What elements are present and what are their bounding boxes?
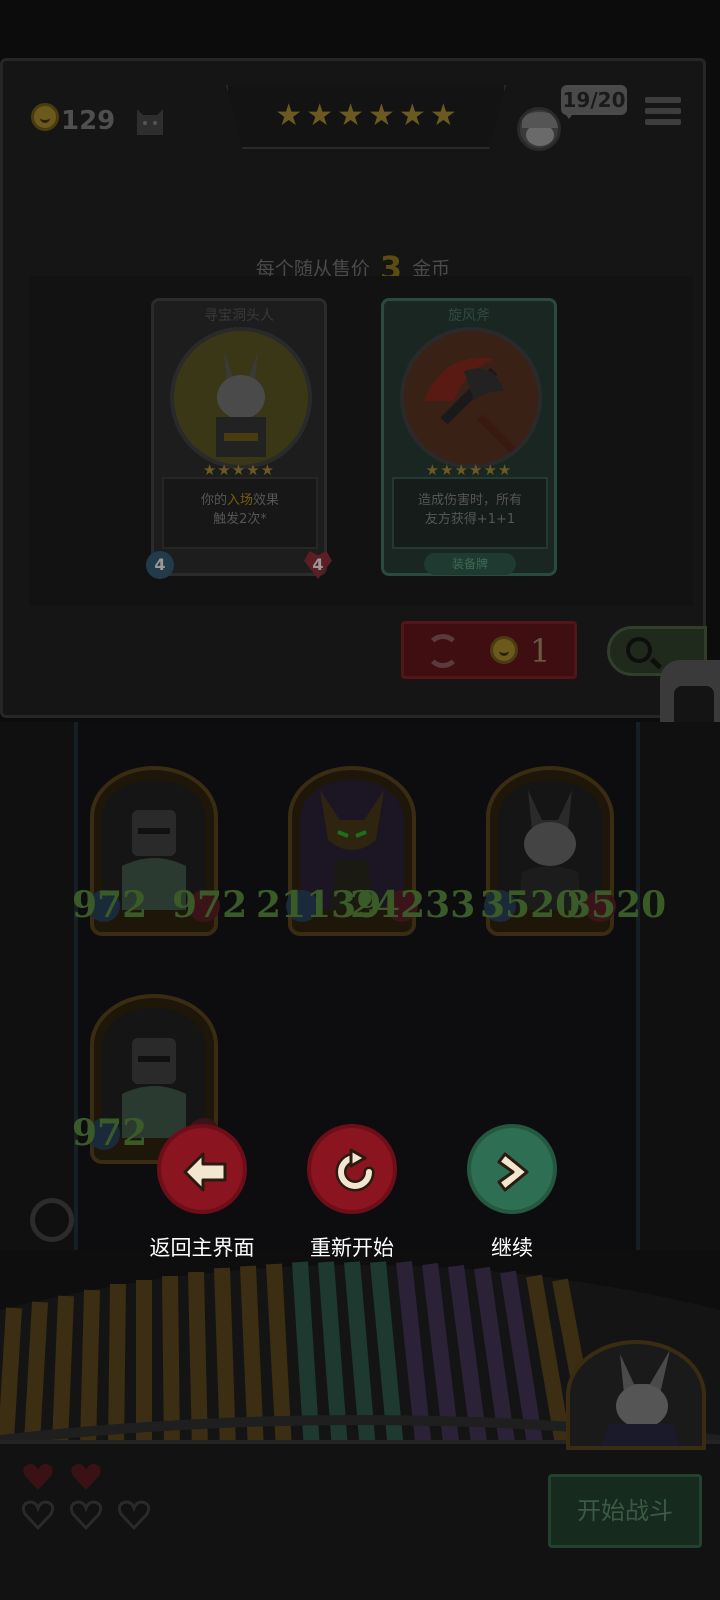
card-title: 旋风斧 bbox=[448, 308, 490, 324]
shop-cards-area: 寻宝洞头人 ★★★★★ 你的入场效果 触发2次* 4 4 旋风斧 ★★★★★★ … bbox=[29, 276, 693, 606]
card-description: 造成伤害时，所有 友方获得+1+1 bbox=[392, 477, 548, 549]
gold-coin-icon bbox=[490, 636, 518, 664]
card-art bbox=[400, 327, 542, 469]
minion-health-value: 24233 bbox=[350, 884, 476, 926]
minion-health-value: 972 bbox=[172, 884, 248, 926]
refresh-icon bbox=[426, 634, 460, 668]
continue-label[interactable]: 继续 bbox=[432, 1232, 592, 1262]
back-label[interactable]: 返回主界面 bbox=[122, 1232, 282, 1262]
continue-button[interactable] bbox=[467, 1124, 557, 1214]
refresh-cost: 1 bbox=[530, 632, 551, 670]
desc-text: 你的 bbox=[200, 493, 227, 508]
star-icon: ★ bbox=[368, 98, 395, 133]
desc-text: 造成伤害时，所有 bbox=[417, 493, 522, 508]
gold-coin-icon bbox=[31, 103, 59, 131]
minion-health-value: 3520 bbox=[566, 884, 667, 926]
minion-attack-value: 972 bbox=[72, 884, 148, 926]
hero-portrait[interactable] bbox=[566, 1340, 706, 1450]
heart-icon bbox=[118, 1500, 150, 1530]
star-rating-banner: ★ ★ ★ ★ ★ ★ bbox=[226, 85, 506, 149]
cat-icon bbox=[137, 109, 163, 135]
desc-text: 效果 bbox=[253, 493, 280, 508]
equipment-tag: 装备牌 bbox=[424, 553, 516, 575]
star-icon: ★ bbox=[337, 98, 364, 133]
shop-panel: 129 ★ ★ ★ ★ ★ ★ 19/20 每个随从售价3金币 寻宝洞头人 bbox=[0, 58, 707, 718]
heart-icon bbox=[22, 1500, 54, 1530]
start-battle-button[interactable]: 开始战斗 bbox=[548, 1474, 702, 1548]
card-attack: 4 bbox=[146, 551, 174, 579]
card-title: 寻宝洞头人 bbox=[204, 308, 274, 324]
restart-button[interactable] bbox=[307, 1124, 397, 1214]
player-avatar[interactable] bbox=[517, 107, 561, 151]
desc-text: 友方获得+1+1 bbox=[424, 512, 516, 527]
refresh-shop-button[interactable]: 1 bbox=[401, 621, 577, 679]
inspect-icon[interactable] bbox=[30, 1198, 74, 1242]
shop-card-treasure-chief[interactable]: 寻宝洞头人 ★★★★★ 你的入场效果 触发2次* 4 4 bbox=[146, 298, 332, 579]
continue-action[interactable]: 继续 bbox=[432, 1124, 592, 1262]
heart-icon bbox=[70, 1500, 102, 1530]
restart-action[interactable]: 重新开始 bbox=[272, 1124, 432, 1262]
minion-count-bubble: 19/20 bbox=[561, 85, 627, 119]
search-icon bbox=[626, 637, 652, 663]
back-button[interactable] bbox=[157, 1124, 247, 1214]
heart-icon bbox=[71, 1464, 101, 1490]
restart-icon bbox=[335, 1148, 375, 1192]
card-description: 你的入场效果 触发2次* bbox=[162, 477, 318, 549]
arrow-left-icon bbox=[183, 1152, 227, 1192]
menu-icon[interactable] bbox=[645, 97, 681, 133]
back-to-main-action[interactable]: 返回主界面 bbox=[122, 1124, 282, 1262]
restart-label[interactable]: 重新开始 bbox=[272, 1232, 432, 1262]
gold-amount: 129 bbox=[61, 106, 116, 136]
star-icon: ★ bbox=[306, 98, 334, 133]
card-health: 4 bbox=[304, 551, 332, 579]
desc-text: 触发2次* bbox=[213, 512, 267, 527]
desc-keyword: 入场 bbox=[226, 493, 253, 508]
heart-icon bbox=[23, 1464, 53, 1490]
star-icon: ★ bbox=[275, 98, 303, 133]
star-icon: ★ bbox=[398, 98, 426, 133]
top-status-bar: 129 ★ ★ ★ ★ ★ ★ 19/20 bbox=[21, 83, 697, 153]
star-icon: ★ bbox=[429, 98, 457, 133]
chevron-right-icon bbox=[497, 1152, 529, 1192]
shop-card-whirlwind-axe[interactable]: 旋风斧 ★★★★★★ 造成伤害时，所有 友方获得+1+1 装备牌 bbox=[381, 298, 557, 576]
card-art bbox=[170, 327, 312, 469]
